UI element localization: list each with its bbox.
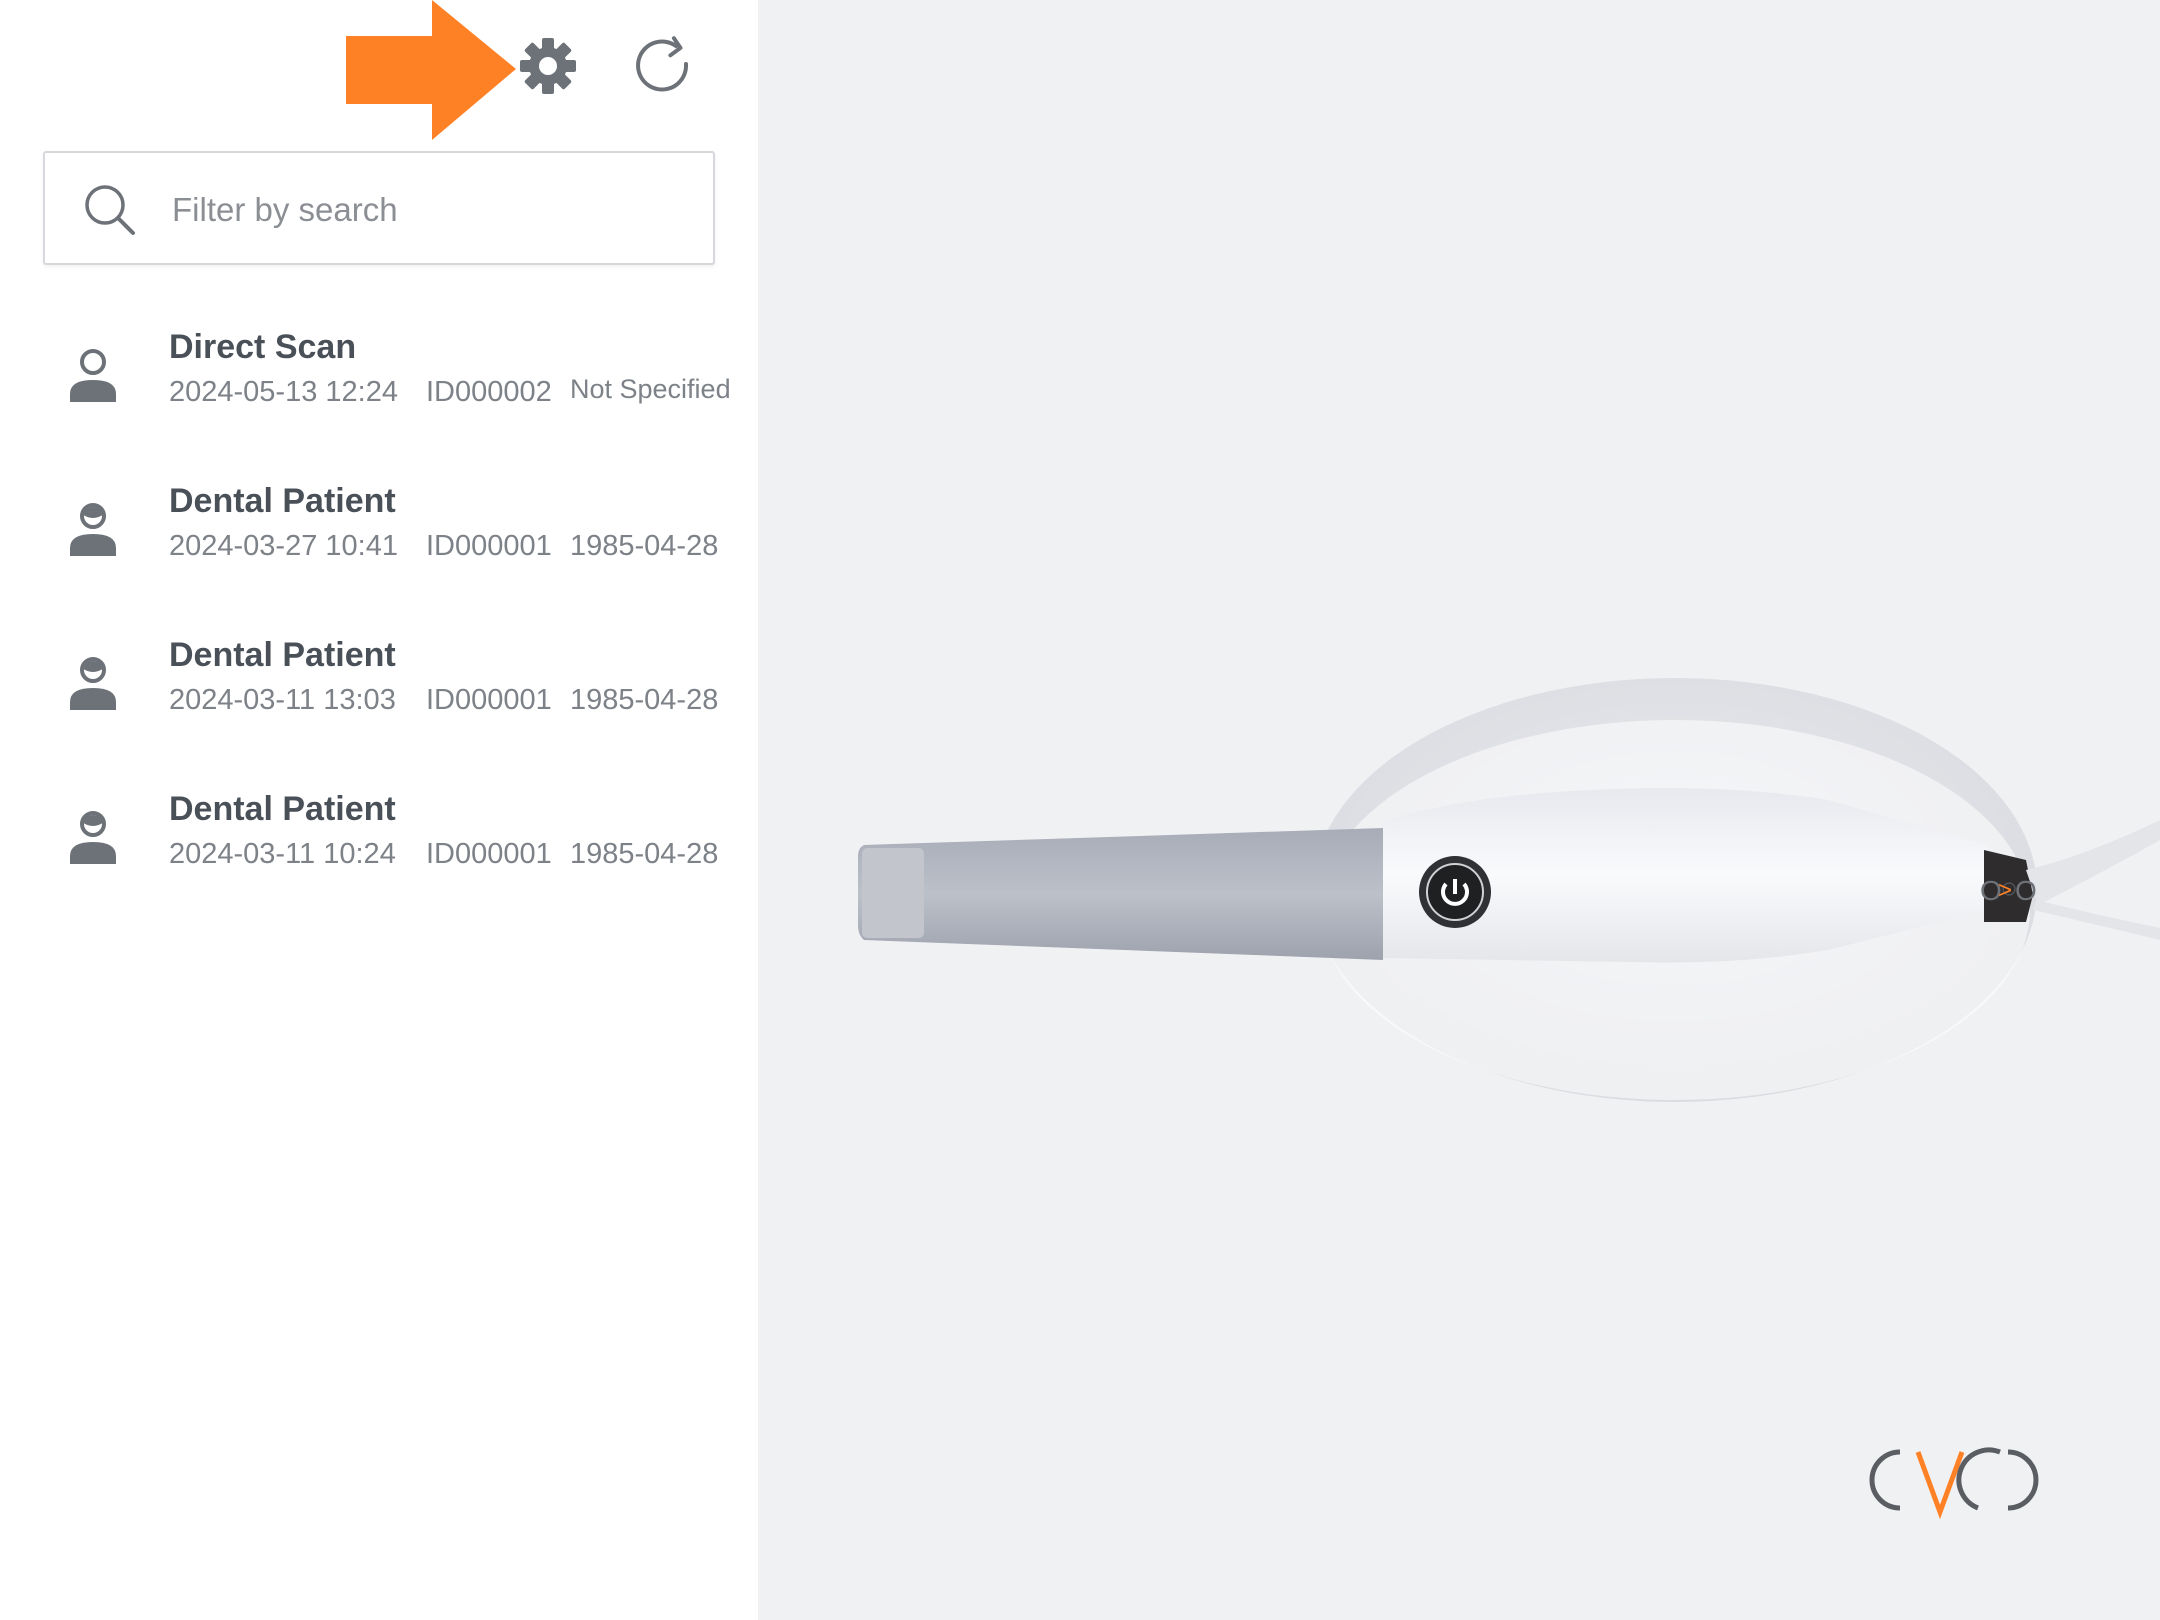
svg-text:O: O — [2015, 875, 2037, 906]
patient-id: ID000001 — [426, 838, 552, 870]
settings-button[interactable] — [516, 34, 580, 98]
patient-birthdate: 1985-04-28 — [570, 530, 719, 562]
search-box[interactable] — [43, 151, 715, 265]
search-icon — [83, 183, 141, 241]
person-icon — [68, 656, 118, 712]
patient-list-item[interactable]: Dental Patient 2024-03-11 13:03 ID000001… — [0, 626, 758, 780]
patient-id: ID000001 — [426, 530, 552, 562]
patient-scan-date: 2024-03-11 13:03 — [169, 684, 396, 716]
patient-list-item[interactable]: Dental Patient 2024-03-11 10:24 ID000001… — [0, 780, 758, 934]
patient-scan-date: 2024-05-13 12:24 — [169, 376, 398, 408]
person-icon — [68, 502, 118, 558]
svg-text:>: > — [1998, 877, 2012, 904]
patient-scan-date: 2024-03-11 10:24 — [169, 838, 396, 870]
patient-birthdate: Not Specified — [570, 374, 731, 404]
person-icon — [68, 348, 118, 404]
patient-list-item[interactable]: Direct Scan 2024-05-13 12:24 ID000002 No… — [0, 318, 758, 472]
patient-id: ID000002 — [426, 376, 552, 408]
patient-name: Dental Patient — [169, 482, 396, 520]
patient-scan-date: 2024-03-27 10:41 — [169, 530, 398, 562]
patient-sidebar: Direct Scan 2024-05-13 12:24 ID000002 No… — [0, 0, 758, 1620]
intraoral-scanner-image: ○ O > O — [758, 660, 2160, 1120]
patient-list-item[interactable]: Dental Patient 2024-03-27 10:41 ID000001… — [0, 472, 758, 626]
person-icon — [68, 810, 118, 866]
ovo-logo — [1848, 1440, 2108, 1520]
refresh-button[interactable] — [630, 34, 702, 98]
gear-icon — [516, 38, 580, 102]
highlight-arrow-icon — [346, 0, 520, 142]
search-input[interactable] — [170, 171, 694, 249]
patient-name: Dental Patient — [169, 790, 396, 828]
refresh-icon — [630, 36, 702, 102]
patient-id: ID000001 — [426, 684, 552, 716]
patient-birthdate: 1985-04-28 — [570, 838, 719, 870]
patient-name: Dental Patient — [169, 636, 396, 674]
scanner-view: ○ O > O — [758, 0, 2160, 1620]
patient-birthdate: 1985-04-28 — [570, 684, 719, 716]
patient-name: Direct Scan — [169, 328, 357, 366]
